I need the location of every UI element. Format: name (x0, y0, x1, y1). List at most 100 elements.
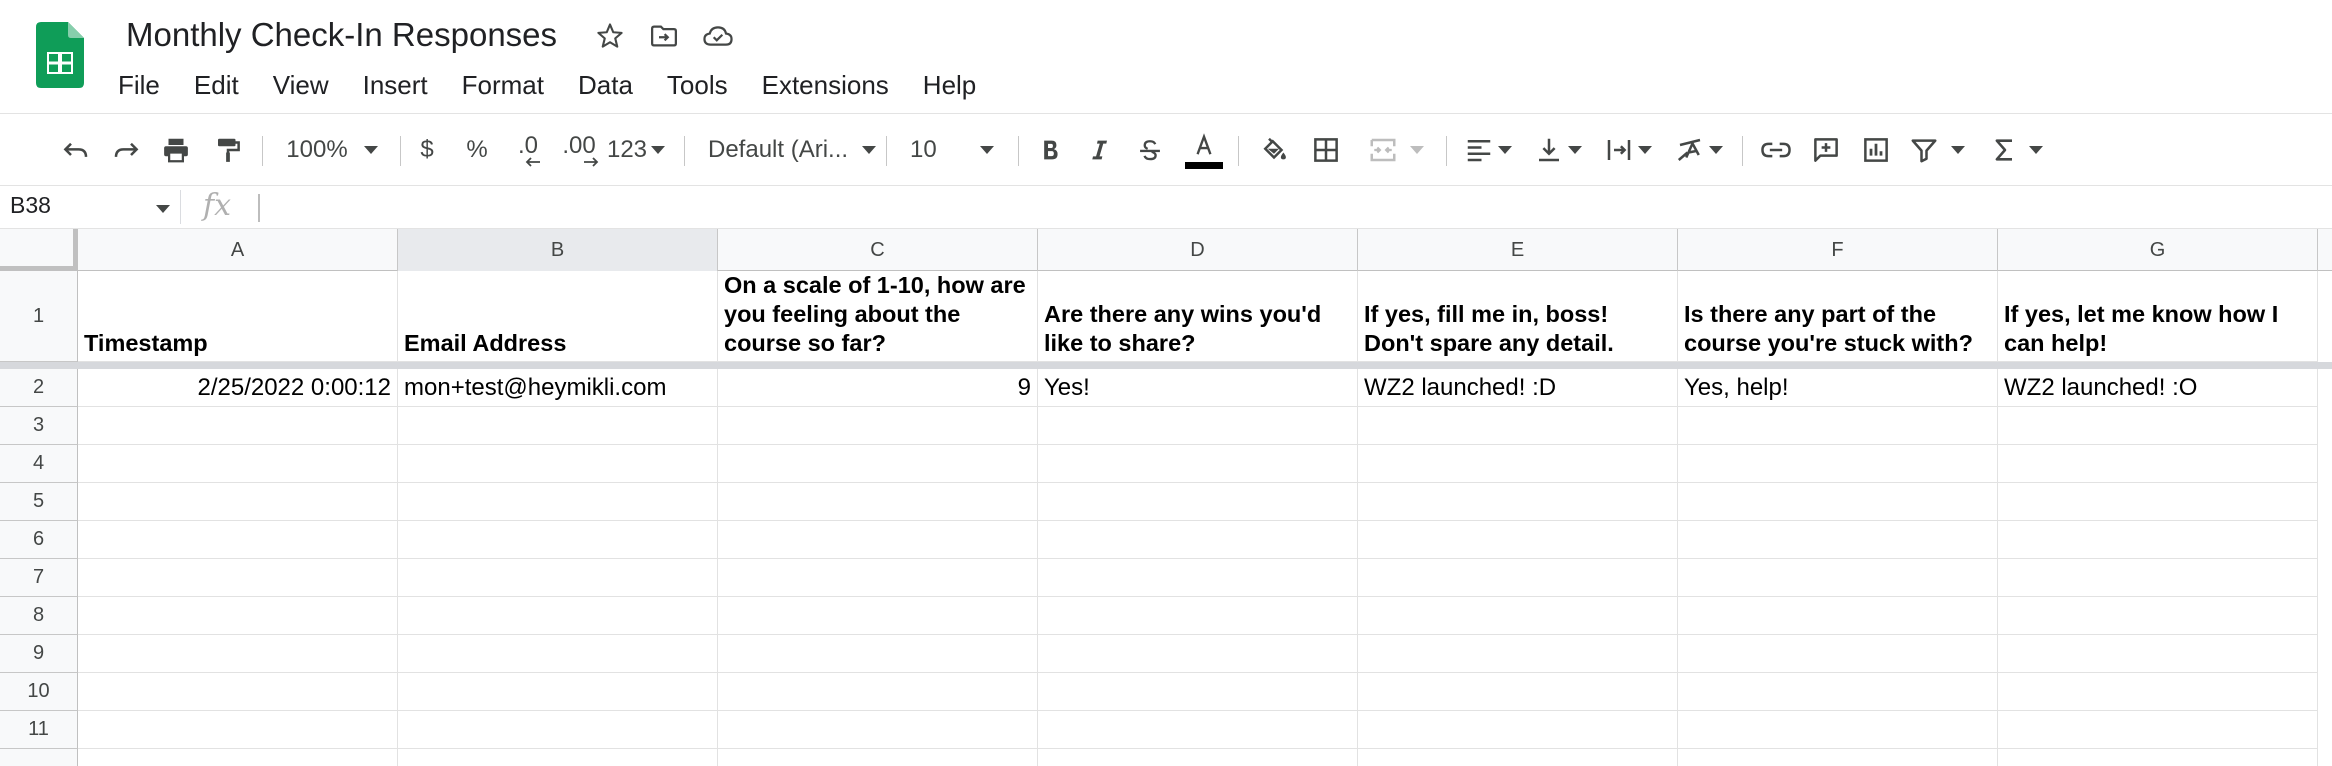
fill-color-icon[interactable] (1254, 128, 1294, 172)
cell-c10[interactable] (718, 673, 1038, 711)
cell-c9[interactable] (718, 635, 1038, 673)
font-family-select[interactable]: Default (Ari... (700, 128, 877, 172)
cell-b9[interactable] (398, 635, 718, 673)
cell-b10[interactable] (398, 673, 718, 711)
bold-button[interactable] (1032, 128, 1068, 172)
zoom-select[interactable]: 100% (282, 128, 382, 172)
row-header-7[interactable]: 7 (0, 559, 78, 597)
column-header-a[interactable]: A (78, 229, 398, 271)
cell-b11[interactable] (398, 711, 718, 749)
paint-format-icon[interactable] (208, 128, 248, 172)
frozen-row-divider[interactable] (0, 362, 2332, 369)
percent-format-button[interactable]: % (462, 128, 492, 172)
cell-g2[interactable]: WZ2 launched! :O (1998, 369, 2318, 407)
cell-c12[interactable] (718, 749, 1038, 766)
cell-f9[interactable] (1678, 635, 1998, 673)
vertical-align-button[interactable] (1530, 128, 1586, 172)
filter-button[interactable] (1908, 128, 1966, 172)
menu-insert[interactable]: Insert (355, 70, 436, 101)
cell-b5[interactable] (398, 483, 718, 521)
cell-a6[interactable] (78, 521, 398, 559)
cell-b8[interactable] (398, 597, 718, 635)
cell-e12[interactable] (1358, 749, 1678, 766)
cell-d11[interactable] (1038, 711, 1358, 749)
menu-edit[interactable]: Edit (186, 70, 247, 101)
cell-g3[interactable] (1998, 407, 2318, 445)
document-title[interactable]: Monthly Check-In Responses (126, 16, 557, 54)
column-header-f[interactable]: F (1678, 229, 1998, 271)
cell-g10[interactable] (1998, 673, 2318, 711)
cell-e6[interactable] (1358, 521, 1678, 559)
cell-e2[interactable]: WZ2 launched! :D (1358, 369, 1678, 407)
cell-a12[interactable] (78, 749, 398, 766)
cell-a9[interactable] (78, 635, 398, 673)
cell-a11[interactable] (78, 711, 398, 749)
cell-d4[interactable] (1038, 445, 1358, 483)
cell-b3[interactable] (398, 407, 718, 445)
cell-f2[interactable]: Yes, help! (1678, 369, 1998, 407)
menu-data[interactable]: Data (570, 70, 641, 101)
cell-f1[interactable]: Is there any part of the course you're s… (1678, 271, 1998, 362)
cell-e7[interactable] (1358, 559, 1678, 597)
move-to-folder-icon[interactable] (646, 18, 682, 54)
cell-c7[interactable] (718, 559, 1038, 597)
menu-view[interactable]: View (265, 70, 337, 101)
merge-cells-button[interactable] (1360, 128, 1432, 172)
cell-a5[interactable] (78, 483, 398, 521)
more-formats-button[interactable]: 123 (606, 128, 666, 172)
cell-f5[interactable] (1678, 483, 1998, 521)
cell-g7[interactable] (1998, 559, 2318, 597)
cell-e10[interactable] (1358, 673, 1678, 711)
strikethrough-button[interactable] (1132, 128, 1168, 172)
row-header-9[interactable]: 9 (0, 635, 78, 673)
menu-help[interactable]: Help (915, 70, 984, 101)
cell-f7[interactable] (1678, 559, 1998, 597)
column-header-b[interactable]: B (398, 229, 718, 271)
insert-link-icon[interactable] (1756, 128, 1796, 172)
increase-decimal-button[interactable]: .00 (556, 128, 602, 172)
cell-b4[interactable] (398, 445, 718, 483)
cell-e4[interactable] (1358, 445, 1678, 483)
row-header-10[interactable]: 10 (0, 673, 78, 711)
cell-e1[interactable]: If yes, fill me in, boss! Don't spare an… (1358, 271, 1678, 362)
row-header-11[interactable]: 11 (0, 711, 78, 749)
functions-button[interactable] (1988, 128, 2046, 172)
cell-d6[interactable] (1038, 521, 1358, 559)
menu-tools[interactable]: Tools (659, 70, 736, 101)
cell-d10[interactable] (1038, 673, 1358, 711)
cloud-saved-icon[interactable] (700, 18, 736, 54)
menu-file[interactable]: File (110, 70, 168, 101)
text-rotation-button[interactable] (1670, 128, 1728, 172)
cell-c1[interactable]: On a scale of 1-10, how are you feeling … (718, 271, 1038, 362)
star-icon[interactable] (592, 18, 628, 54)
cell-c8[interactable] (718, 597, 1038, 635)
italic-button[interactable] (1082, 128, 1118, 172)
cell-f12[interactable] (1678, 749, 1998, 766)
cell-g1[interactable]: If yes, let me know how I can help! (1998, 271, 2318, 362)
cell-e8[interactable] (1358, 597, 1678, 635)
cell-d3[interactable] (1038, 407, 1358, 445)
print-icon[interactable] (156, 128, 196, 172)
borders-icon[interactable] (1306, 128, 1346, 172)
cell-g11[interactable] (1998, 711, 2318, 749)
cell-b7[interactable] (398, 559, 718, 597)
cell-c5[interactable] (718, 483, 1038, 521)
horizontal-align-button[interactable] (1460, 128, 1516, 172)
cell-c3[interactable] (718, 407, 1038, 445)
cell-a8[interactable] (78, 597, 398, 635)
row-header-8[interactable]: 8 (0, 597, 78, 635)
sheets-logo-icon[interactable] (36, 22, 84, 88)
cell-d5[interactable] (1038, 483, 1358, 521)
cell-b2[interactable]: mon+test@heymikli.com (398, 369, 718, 407)
cell-a7[interactable] (78, 559, 398, 597)
cell-b6[interactable] (398, 521, 718, 559)
name-box[interactable]: B38 (10, 192, 51, 219)
cell-a3[interactable] (78, 407, 398, 445)
cell-f8[interactable] (1678, 597, 1998, 635)
cell-a10[interactable] (78, 673, 398, 711)
cell-a4[interactable] (78, 445, 398, 483)
cell-b12[interactable] (398, 749, 718, 766)
undo-icon[interactable] (56, 128, 96, 172)
row-header-3[interactable]: 3 (0, 407, 78, 445)
select-all-corner[interactable] (0, 229, 78, 271)
